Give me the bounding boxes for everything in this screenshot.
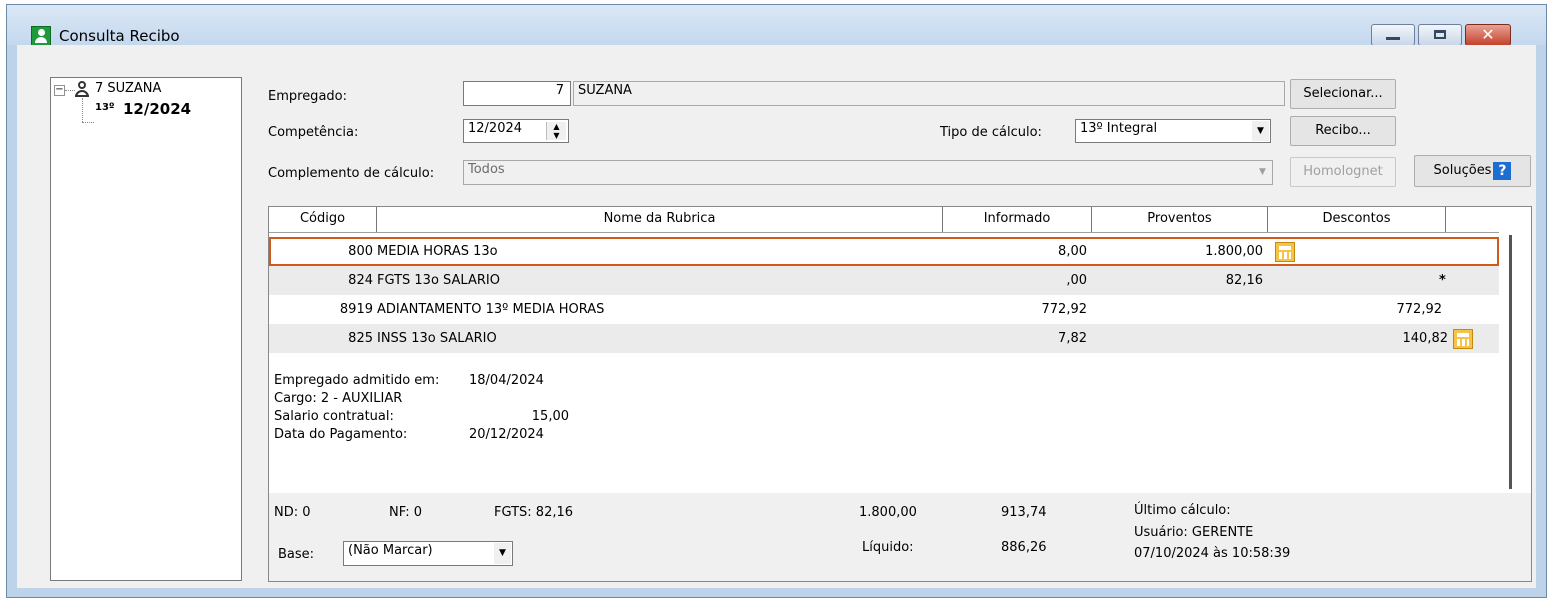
rubricas-grid[interactable]: Código Nome da Rubrica Informado Provent… <box>268 206 1532 582</box>
cell-codigo: 8919 <box>339 302 373 317</box>
competencia-input[interactable]: 12/2024 ▲ ▼ <box>463 119 569 143</box>
col-descontos-header[interactable]: Descontos <box>1268 207 1446 232</box>
total-proventos: 1.800,00 <box>859 505 917 520</box>
maximize-icon <box>1434 30 1446 39</box>
empregado-code-input[interactable]: 7 <box>463 81 571 106</box>
calculator-icon[interactable] <box>1275 242 1295 262</box>
admitido-label: Empregado admitido em: <box>274 373 440 388</box>
cargo-text: Cargo: 2 - AUXILIAR <box>274 391 403 406</box>
employee-person-icon <box>75 81 89 97</box>
close-icon: ✕ <box>1481 25 1495 44</box>
chevron-down-icon: ▼ <box>1254 162 1271 183</box>
table-row[interactable]: 825 INSS 13o SALARIO 7,82 140,82 <box>269 324 1499 353</box>
tree-connector <box>65 90 75 91</box>
calculator-icon[interactable] <box>1453 329 1473 349</box>
title-bar[interactable]: Consulta Recibo ✕ <box>7 5 1546 46</box>
window-client-area: − 7 SUZANA 13º 12/2024 Empregado: 7 SUZA… <box>17 45 1536 588</box>
empregado-name-field: SUZANA <box>573 81 1285 106</box>
tree-connector <box>82 98 83 122</box>
minimize-button[interactable] <box>1371 24 1415 46</box>
table-row[interactable]: 800 MEDIA HORAS 13o 8,00 1.800,00 <box>269 237 1499 266</box>
cell-nome: FGTS 13o SALARIO <box>377 273 500 288</box>
ultimo-calculo-label: Último cálculo: <box>1134 503 1231 518</box>
pagamento-value: 20/12/2024 <box>469 427 544 442</box>
homolognet-button[interactable]: Homolognet <box>1290 157 1396 187</box>
competencia-spinner-icon[interactable]: ▲ ▼ <box>546 122 566 140</box>
chevron-down-icon: ▼ <box>1252 121 1269 141</box>
salario-value: 15,00 <box>531 409 569 424</box>
help-icon: ? <box>1493 161 1512 180</box>
tree-item-period[interactable]: 12/2024 <box>123 100 191 118</box>
total-descontos: 913,74 <box>1001 505 1047 520</box>
cell-nome: INSS 13o SALARIO <box>377 331 497 346</box>
pagamento-label: Data do Pagamento: <box>274 427 408 442</box>
cell-informado: 7,82 <box>1058 331 1087 346</box>
cell-proventos: 1.800,00 <box>1205 244 1263 259</box>
cell-codigo: 825 <box>348 331 373 346</box>
maximize-button[interactable] <box>1418 24 1462 46</box>
data-calculo: 07/10/2024 às 10:58:39 <box>1134 546 1291 561</box>
solucoes-label: Soluções <box>1433 163 1492 178</box>
cell-codigo: 824 <box>348 273 373 288</box>
col-codigo-header[interactable]: Código <box>269 207 377 232</box>
close-button[interactable]: ✕ <box>1465 24 1511 46</box>
base-label: Base: <box>278 547 315 562</box>
usuario-text: Usuário: GERENTE <box>1134 525 1254 540</box>
consulta-recibo-window: Consulta Recibo ✕ − 7 SUZANA 13º 12/2024… <box>6 4 1547 598</box>
cell-nome: ADIANTAMENTO 13º MEDIA HORAS <box>377 302 605 317</box>
minimize-icon <box>1386 37 1400 40</box>
col-informado-header[interactable]: Informado <box>943 207 1092 232</box>
totals-panel: ND: 0 NF: 0 FGTS: 82,16 1.800,00 913,74 … <box>269 493 1531 581</box>
selecionar-button[interactable]: Selecionar... <box>1290 79 1396 109</box>
complemento-select[interactable]: Todos ▼ <box>463 160 1273 185</box>
cell-informado: 772,92 <box>1041 302 1088 317</box>
cell-codigo: 800 <box>348 244 373 259</box>
cell-proventos: 82,16 <box>1225 273 1263 288</box>
complemento-value: Todos <box>468 162 505 177</box>
liquido-label: Líquido: <box>862 540 914 555</box>
empregado-label: Empregado: <box>268 89 347 104</box>
tipo-calculo-select[interactable]: 13º Integral ▼ <box>1075 119 1271 143</box>
tipo-calculo-value: 13º Integral <box>1080 121 1158 136</box>
cell-informado: ,00 <box>1066 273 1087 288</box>
cell-descontos: 772,92 <box>1396 302 1443 317</box>
tree-item-period-prefix: 13º <box>95 102 115 113</box>
tree-connector <box>82 122 94 123</box>
window-title: Consulta Recibo <box>59 27 180 45</box>
grid-scrollbar[interactable] <box>1509 235 1512 489</box>
col-proventos-header[interactable]: Proventos <box>1092 207 1268 232</box>
employee-tree[interactable]: − 7 SUZANA 13º 12/2024 <box>50 77 242 581</box>
table-row[interactable]: 8919 ADIANTAMENTO 13º MEDIA HORAS 772,92… <box>269 295 1499 324</box>
recibo-button[interactable]: Recibo... <box>1290 116 1396 146</box>
chevron-down-icon: ▼ <box>494 543 511 564</box>
col-nome-header[interactable]: Nome da Rubrica <box>377 207 943 232</box>
cell-nome: MEDIA HORAS 13o <box>377 244 498 259</box>
competencia-value: 12/2024 <box>468 121 523 136</box>
grid-header: Código Nome da Rubrica Informado Provent… <box>269 207 1499 233</box>
admitido-value: 18/04/2024 <box>469 373 544 388</box>
tree-item-employee[interactable]: 7 SUZANA <box>95 81 161 96</box>
salario-label: Salario contratual: <box>274 409 394 424</box>
nd-count: ND: 0 <box>274 505 311 520</box>
competencia-label: Competência: <box>268 125 359 140</box>
tipo-calculo-label: Tipo de cálculo: <box>940 125 1042 140</box>
tree-collapse-icon[interactable]: − <box>54 85 65 96</box>
complemento-label: Complemento de cálculo: <box>268 166 435 181</box>
cell-informado: 8,00 <box>1058 244 1087 259</box>
base-select[interactable]: (Não Marcar) ▼ <box>343 541 513 566</box>
employee-app-icon <box>31 26 51 46</box>
nf-count: NF: 0 <box>389 505 422 520</box>
solucoes-button[interactable]: Soluções? <box>1414 155 1531 187</box>
table-row[interactable]: 824 FGTS 13o SALARIO ,00 82,16 * <box>269 266 1499 295</box>
cell-descontos: 140,82 <box>1402 331 1449 346</box>
base-value: (Não Marcar) <box>348 543 433 558</box>
liquido-value: 886,26 <box>1001 540 1047 555</box>
asterisk-mark: * <box>1439 273 1446 288</box>
fgts-total: FGTS: 82,16 <box>494 505 574 520</box>
